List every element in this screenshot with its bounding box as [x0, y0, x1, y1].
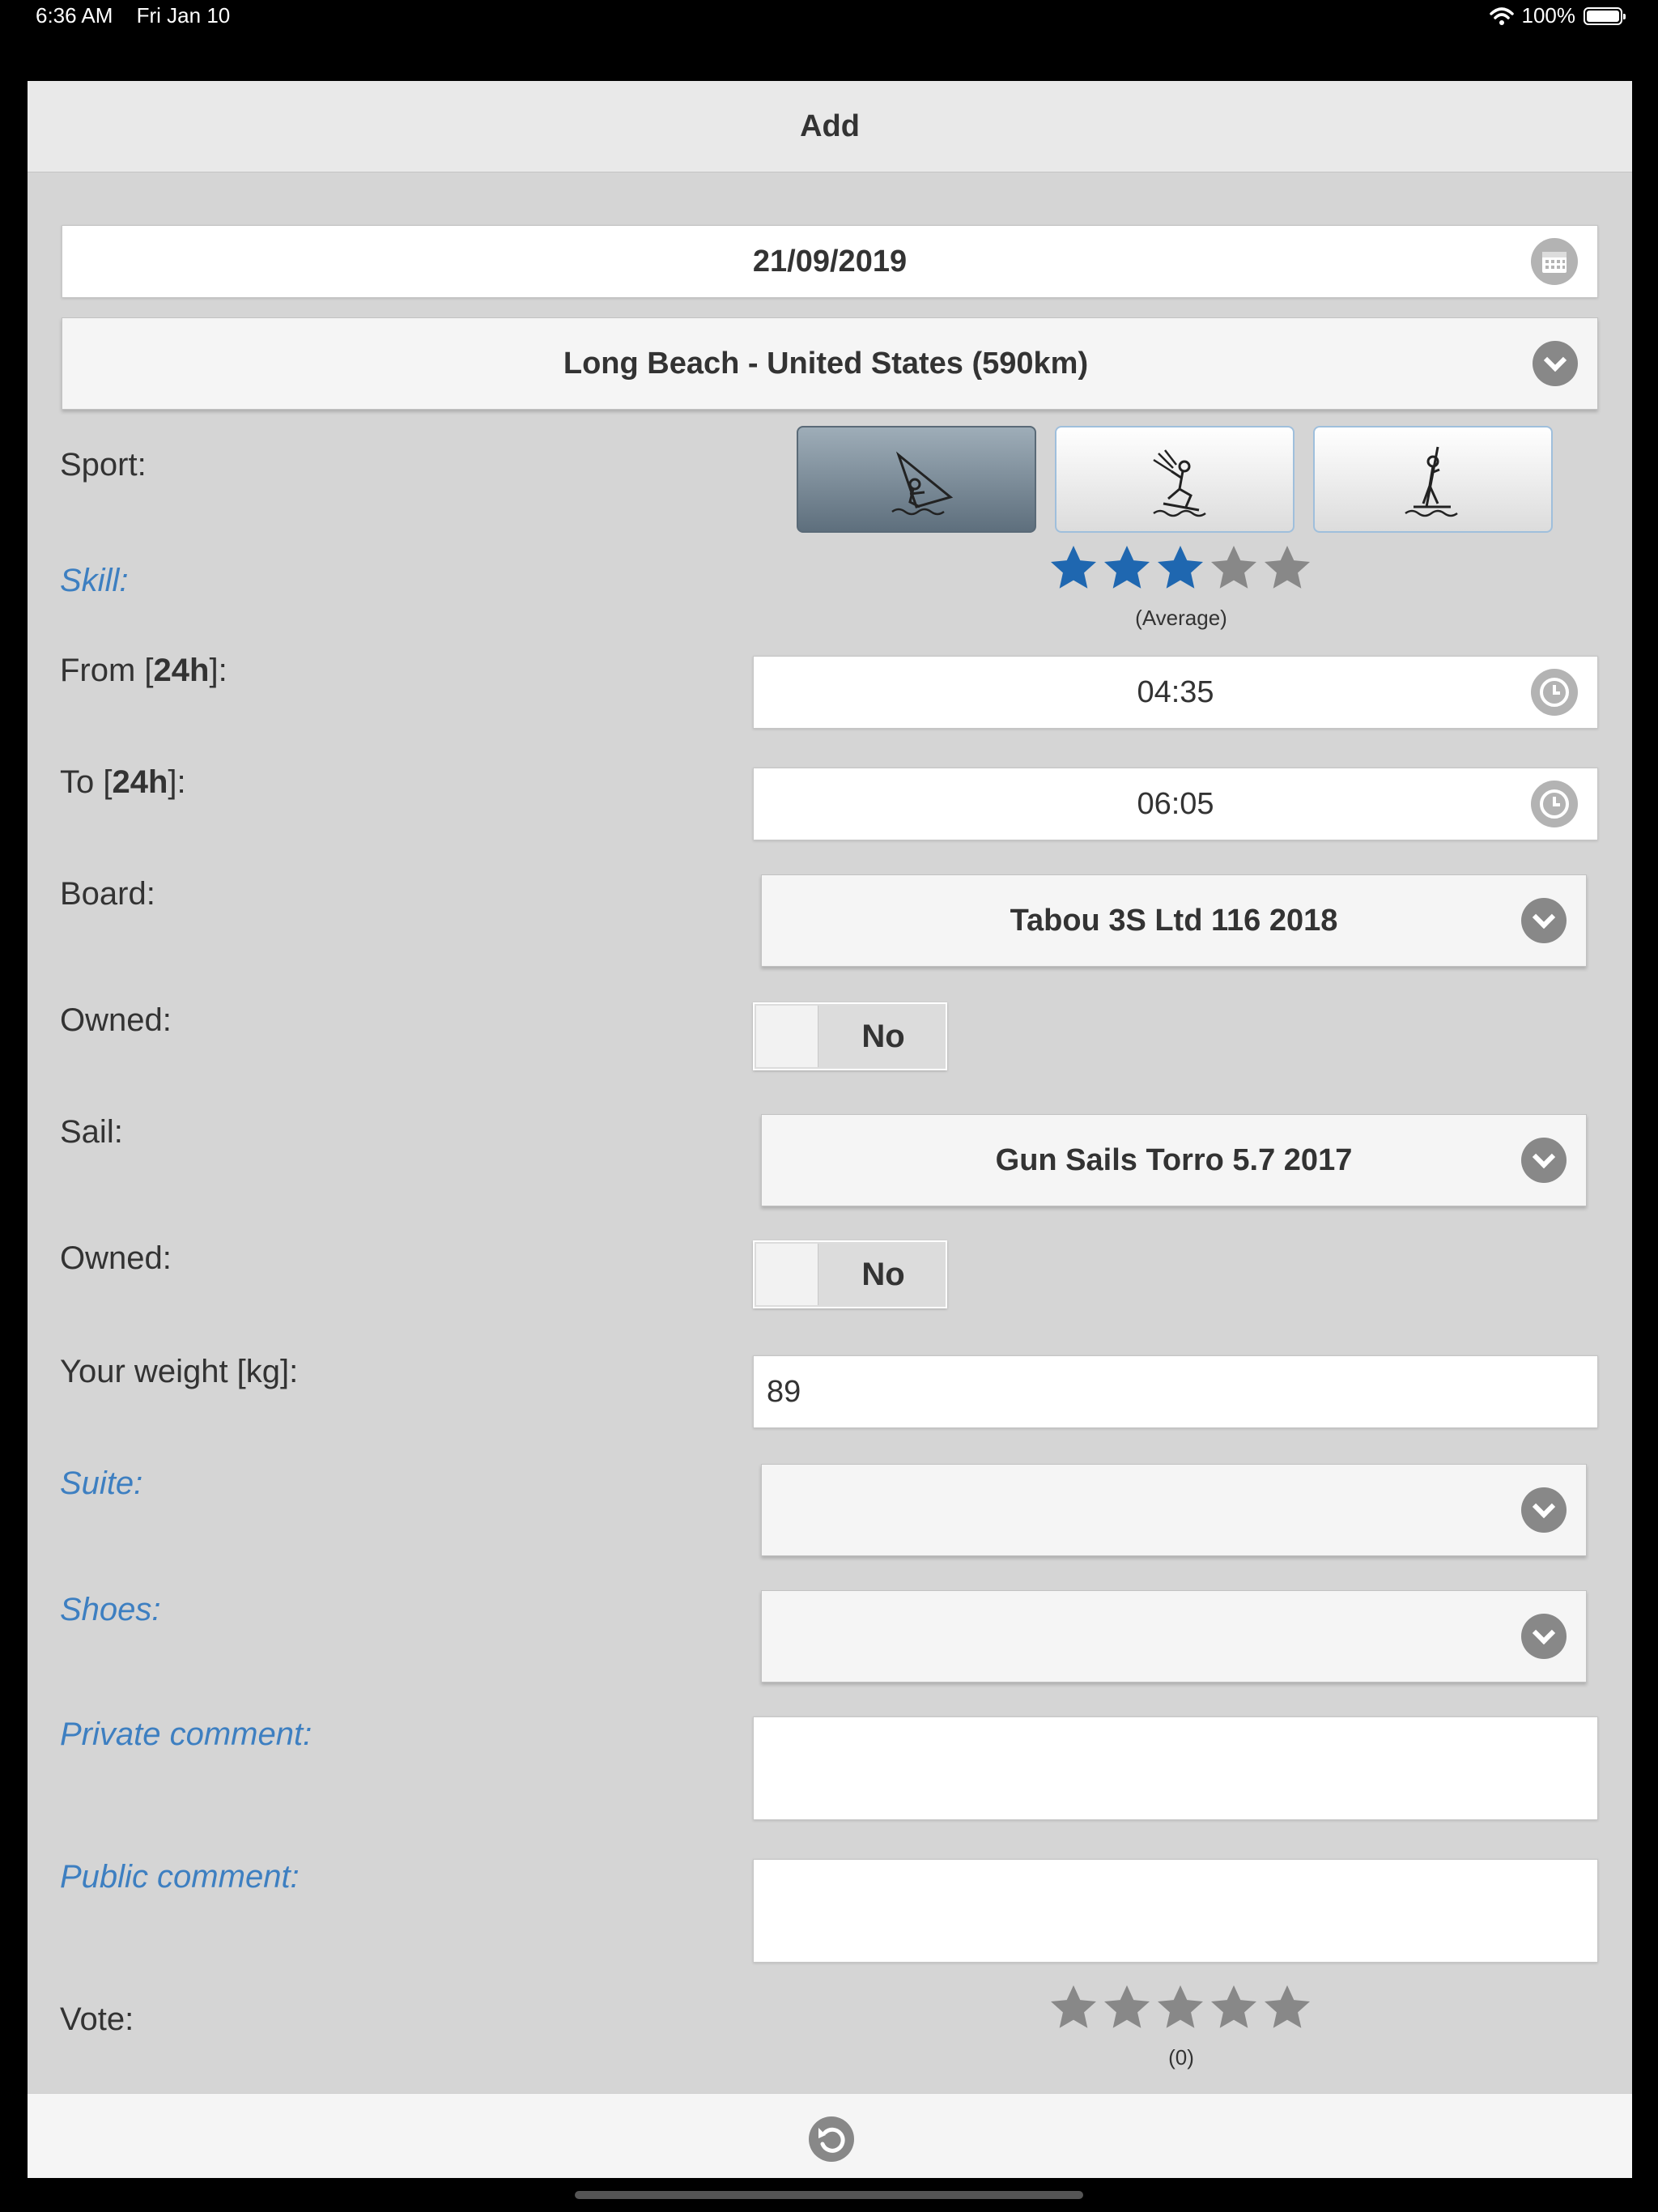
chevron-down-icon	[1521, 1138, 1567, 1183]
windsurf-icon	[891, 451, 954, 516]
suite-label: Suite:	[60, 1465, 143, 1501]
shoes-value	[762, 1591, 1497, 1682]
star-icon-empty[interactable]	[1261, 1982, 1313, 2034]
from-time-value: 04:35	[1137, 674, 1214, 709]
date-field[interactable]: 21/09/2019	[62, 225, 1598, 298]
skill-caption: (Average)	[1135, 606, 1227, 630]
toggle-knob	[756, 1244, 818, 1305]
spot-value: Long Beach - United States (590km)	[563, 346, 1089, 381]
star-icon-empty[interactable]	[1261, 542, 1313, 594]
weight-input[interactable]: 89	[753, 1355, 1598, 1428]
sail-owned-toggle[interactable]: No	[753, 1240, 947, 1308]
to-label: To [24h]:	[60, 764, 186, 800]
undo-icon[interactable]	[809, 2116, 854, 2162]
sail-owned-label: Owned:	[60, 1240, 172, 1276]
star-icon-empty[interactable]	[1208, 542, 1260, 594]
star-icon-filled[interactable]	[1048, 542, 1099, 594]
vote-caption: (0)	[1168, 2045, 1194, 2069]
toggle-knob	[756, 1006, 818, 1067]
date-value: 21/09/2019	[752, 244, 908, 279]
shoes-label: Shoes:	[60, 1592, 161, 1627]
chevron-down-icon	[1521, 898, 1567, 943]
vote-label: Vote:	[60, 2001, 134, 2037]
board-owned-toggle[interactable]: No	[753, 1002, 947, 1070]
weight-value: 89	[767, 1374, 801, 1409]
skill-rating[interactable]	[1048, 542, 1313, 594]
stand-up-paddle-icon	[1405, 446, 1458, 517]
sail-label: Sail:	[60, 1114, 123, 1150]
battery-percent: 100%	[1521, 3, 1576, 28]
home-indicator[interactable]	[575, 2191, 1083, 2199]
status-bar: 6:36 AM Fri Jan 10 100%	[0, 0, 1658, 32]
board-label: Board:	[60, 876, 155, 912]
star-icon-empty[interactable]	[1048, 1982, 1099, 2034]
board-value: Tabou 3S Ltd 116 2018	[1010, 903, 1338, 938]
clock-icon[interactable]	[1531, 781, 1578, 827]
from-label: From [24h]:	[60, 653, 227, 688]
shoes-select[interactable]	[761, 1590, 1587, 1682]
chevron-down-icon	[1521, 1487, 1567, 1533]
star-icon-filled[interactable]	[1101, 542, 1153, 594]
private-comment-value	[754, 1717, 1597, 1819]
board-select[interactable]: Tabou 3S Ltd 116 2018	[761, 874, 1587, 967]
clock-icon[interactable]	[1531, 669, 1578, 716]
battery-icon	[1584, 6, 1626, 25]
footer-toolbar	[28, 2093, 1632, 2178]
kitesurf-icon	[1153, 449, 1206, 517]
star-icon-empty[interactable]	[1154, 1982, 1206, 2034]
public-comment-input[interactable]	[753, 1859, 1598, 1963]
status-time: 6:36 AM	[36, 3, 113, 28]
private-comment-input[interactable]	[753, 1716, 1598, 1820]
sail-value: Gun Sails Torro 5.7 2017	[995, 1142, 1353, 1177]
star-icon-filled[interactable]	[1154, 542, 1206, 594]
add-session-sheet: Add 21/09/2019 Long Beach - United State…	[28, 81, 1632, 2178]
public-comment-label: Public comment:	[60, 1859, 300, 1895]
star-icon-empty[interactable]	[1101, 1982, 1153, 2034]
from-time-field[interactable]: 04:35	[753, 656, 1598, 729]
wifi-icon	[1489, 6, 1514, 25]
board-owned-value: No	[861, 1018, 905, 1054]
chevron-down-icon	[1521, 1614, 1567, 1659]
page-title: Add	[28, 81, 1632, 172]
weight-label: Your weight [kg]:	[60, 1354, 299, 1389]
sail-select[interactable]: Gun Sails Torro 5.7 2017	[761, 1114, 1587, 1206]
sport-kitesurf-button[interactable]	[1055, 426, 1295, 533]
sail-owned-value: No	[861, 1256, 905, 1292]
vote-rating[interactable]	[1048, 1982, 1313, 2034]
suite-select[interactable]	[761, 1464, 1587, 1556]
star-icon-empty[interactable]	[1208, 1982, 1260, 2034]
public-comment-value	[754, 1860, 1597, 1962]
sport-windsurf-button[interactable]	[797, 426, 1036, 533]
sport-label: Sport:	[60, 447, 147, 483]
chevron-down-icon	[1533, 341, 1578, 386]
spot-select[interactable]: Long Beach - United States (590km)	[62, 317, 1598, 410]
sport-sup-button[interactable]	[1313, 426, 1553, 533]
to-time-field[interactable]: 06:05	[753, 768, 1598, 840]
board-owned-label: Owned:	[60, 1002, 172, 1038]
calendar-icon[interactable]	[1531, 238, 1578, 285]
skill-label: Skill:	[60, 563, 129, 598]
private-comment-label: Private comment:	[60, 1716, 312, 1752]
status-date: Fri Jan 10	[136, 3, 231, 28]
to-time-value: 06:05	[1137, 786, 1214, 821]
suite-value	[762, 1465, 1497, 1555]
